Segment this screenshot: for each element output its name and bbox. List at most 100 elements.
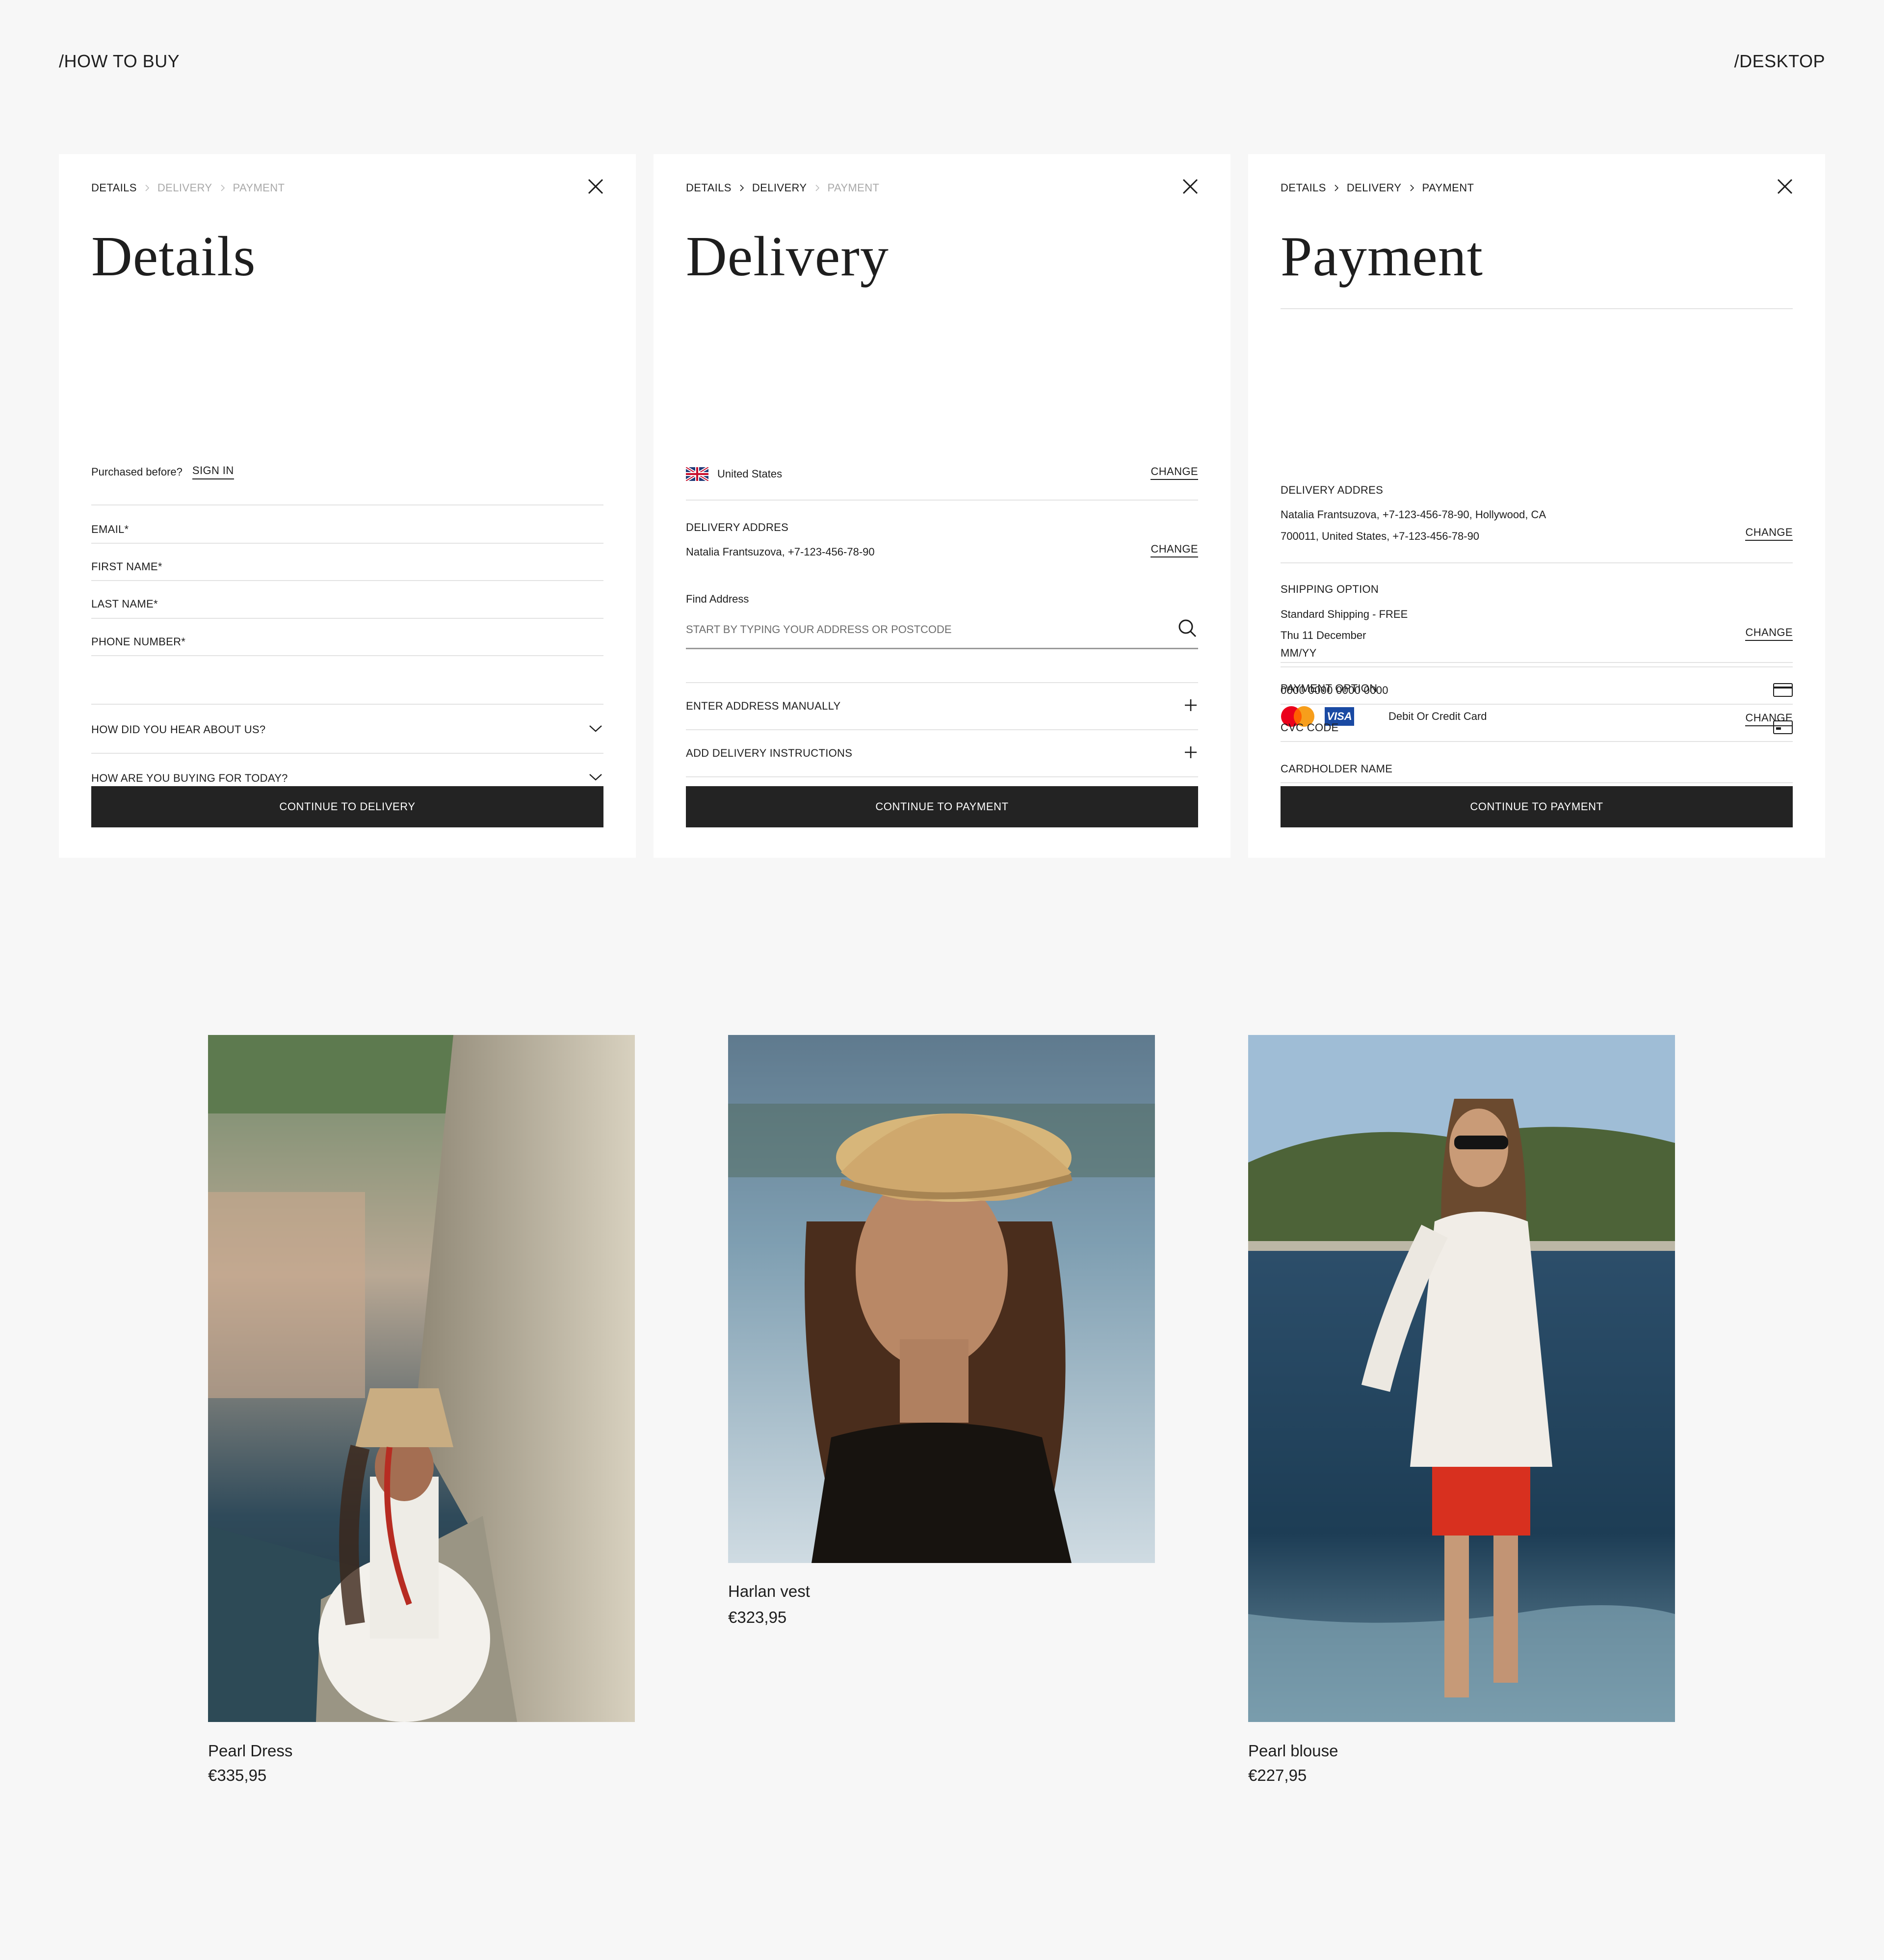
divider [91, 504, 603, 505]
delivery-address-heading: DELIVERY ADDRES [1281, 484, 1384, 496]
breadcrumb: DETAILS DELIVERY PAYMENT [1281, 182, 1474, 194]
breadcrumb-details[interactable]: DETAILS [1281, 182, 1326, 194]
breadcrumb: DETAILS DELIVERY PAYMENT [686, 182, 879, 194]
divider [1281, 741, 1793, 742]
chevron-right-icon [738, 185, 745, 191]
buying-for-dropdown[interactable]: HOW ARE YOU BUYING FOR TODAY? [91, 772, 288, 785]
page-title: Payment [1281, 225, 1483, 288]
address-line-1: Natalia Frantsuzova, +7-123-456-78-90, H… [1281, 508, 1546, 521]
shipping-line-2: Thu 11 December [1281, 629, 1366, 641]
product-image[interactable] [1248, 1035, 1675, 1722]
divider [686, 682, 1198, 683]
breadcrumb-delivery[interactable]: DELIVERY [1347, 182, 1402, 194]
divider [91, 580, 603, 581]
product-image[interactable] [208, 1035, 635, 1722]
divider [1281, 782, 1793, 783]
product-price: €335,95 [208, 1766, 267, 1784]
divider [686, 776, 1198, 777]
continue-to-delivery-button[interactable]: CONTINUE TO DELIVERY [91, 786, 603, 827]
hear-about-us-dropdown[interactable]: HOW DID YOU HEAR ABOUT US? [91, 723, 265, 736]
close-icon[interactable] [587, 178, 604, 195]
divider [91, 618, 603, 619]
breadcrumb-payment[interactable]: PAYMENT [1422, 182, 1474, 194]
divider [91, 704, 603, 705]
purchased-before-label: Purchased before? [91, 465, 183, 478]
payment-panel: DETAILS DELIVERY PAYMENT Payment DELIVER… [1248, 154, 1825, 858]
divider [91, 753, 603, 754]
change-shipping-link[interactable]: CHANGE [1745, 626, 1793, 641]
last-name-field[interactable]: LAST NAME* [91, 598, 158, 610]
payment-method-value: Debit Or Credit Card [1388, 710, 1487, 722]
delivery-panel: DETAILS DELIVERY PAYMENT Delivery United… [654, 154, 1230, 858]
chevron-down-icon[interactable] [589, 772, 602, 782]
close-icon[interactable] [1776, 178, 1794, 195]
divider [1281, 666, 1793, 667]
breadcrumb-details[interactable]: DETAILS [91, 182, 137, 194]
address-line-2: 700011, United States, +7-123-456-78-90 [1281, 530, 1480, 542]
details-panel: DETAILS DELIVERY PAYMENT Details Purchas… [59, 154, 636, 858]
breadcrumb-payment[interactable]: PAYMENT [233, 182, 285, 194]
change-address-link[interactable]: CHANGE [1745, 526, 1793, 541]
chevron-right-icon [814, 185, 821, 191]
chevron-right-icon [1409, 185, 1415, 191]
product-card[interactable]: Pearl Dress €335,95 [208, 1035, 635, 1791]
flag-icon [685, 466, 709, 482]
breadcrumb-details[interactable]: DETAILS [686, 182, 732, 194]
how-to-buy-label: /HOW TO BUY [59, 51, 180, 71]
change-country-link[interactable]: CHANGE [1151, 465, 1198, 480]
divider [91, 655, 603, 656]
cvc-code-field[interactable]: CVC CODE [1281, 721, 1339, 734]
breadcrumb-delivery[interactable]: DELIVERY [157, 182, 212, 194]
product-card[interactable]: Pearl blouse €227,95 [1248, 1035, 1675, 1791]
phone-number-field[interactable]: PHONE NUMBER* [91, 636, 185, 648]
continue-to-payment-button[interactable]: CONTINUE TO PAYMENT [1281, 786, 1793, 827]
product-price: €323,95 [728, 1608, 787, 1626]
chevron-right-icon [1333, 185, 1340, 191]
mm-yy-field[interactable]: MM/YY [1281, 647, 1317, 660]
breadcrumb-delivery[interactable]: DELIVERY [752, 182, 807, 194]
chevron-down-icon[interactable] [589, 723, 602, 733]
find-address-input[interactable]: START BY TYPING YOUR ADDRESS OR POSTCODE [686, 623, 952, 636]
first-name-field[interactable]: FIRST NAME* [91, 560, 162, 573]
divider [686, 648, 1198, 649]
shipping-line-1: Standard Shipping - FREE [1281, 608, 1408, 620]
divider [1281, 662, 1793, 663]
divider [91, 543, 603, 544]
plus-icon[interactable] [1184, 746, 1197, 759]
email-field[interactable]: EMAIL* [91, 523, 129, 536]
divider [1281, 308, 1793, 309]
product-image[interactable] [728, 1035, 1155, 1563]
divider [1281, 562, 1793, 563]
product-name[interactable]: Harlan vest [728, 1582, 810, 1601]
cardholder-name-field[interactable]: CARDHOLDER NAME [1281, 763, 1392, 775]
card-number-field[interactable]: 0000 0000 0000 0000 [1281, 684, 1388, 697]
product-card[interactable]: Harlan vest €323,95 [728, 1035, 1155, 1643]
delivery-address-heading: DELIVERY ADDRES [686, 521, 789, 533]
shipping-option-heading: SHIPPING OPTION [1281, 583, 1379, 595]
page-title: Details [91, 225, 256, 288]
cvc-card-icon [1773, 720, 1793, 734]
breadcrumb-payment[interactable]: PAYMENT [828, 182, 880, 194]
divider [1281, 704, 1793, 705]
product-name[interactable]: Pearl Dress [208, 1742, 292, 1760]
breadcrumb: DETAILS DELIVERY PAYMENT [91, 182, 285, 194]
add-delivery-instructions-item[interactable]: ADD DELIVERY INSTRUCTIONS [686, 747, 852, 760]
chevron-right-icon [144, 185, 151, 191]
find-address-label: Find Address [686, 593, 749, 605]
close-icon[interactable] [1181, 178, 1199, 195]
credit-card-icon [1773, 683, 1793, 697]
page-title: Delivery [686, 225, 889, 288]
desktop-label: /DESKTOP [1734, 51, 1825, 71]
plus-icon[interactable] [1184, 699, 1197, 712]
product-name[interactable]: Pearl blouse [1248, 1742, 1338, 1760]
chevron-right-icon [219, 185, 226, 191]
enter-address-manually-item[interactable]: ENTER ADDRESS MANUALLY [686, 700, 841, 713]
country-value: United States [717, 468, 783, 480]
divider [686, 500, 1198, 501]
divider [686, 729, 1198, 730]
search-icon[interactable] [1178, 618, 1197, 638]
continue-to-payment-button[interactable]: CONTINUE TO PAYMENT [686, 786, 1198, 827]
change-address-link[interactable]: CHANGE [1151, 543, 1198, 557]
sign-in-link[interactable]: SIGN IN [192, 464, 234, 479]
product-price: €227,95 [1248, 1766, 1307, 1784]
